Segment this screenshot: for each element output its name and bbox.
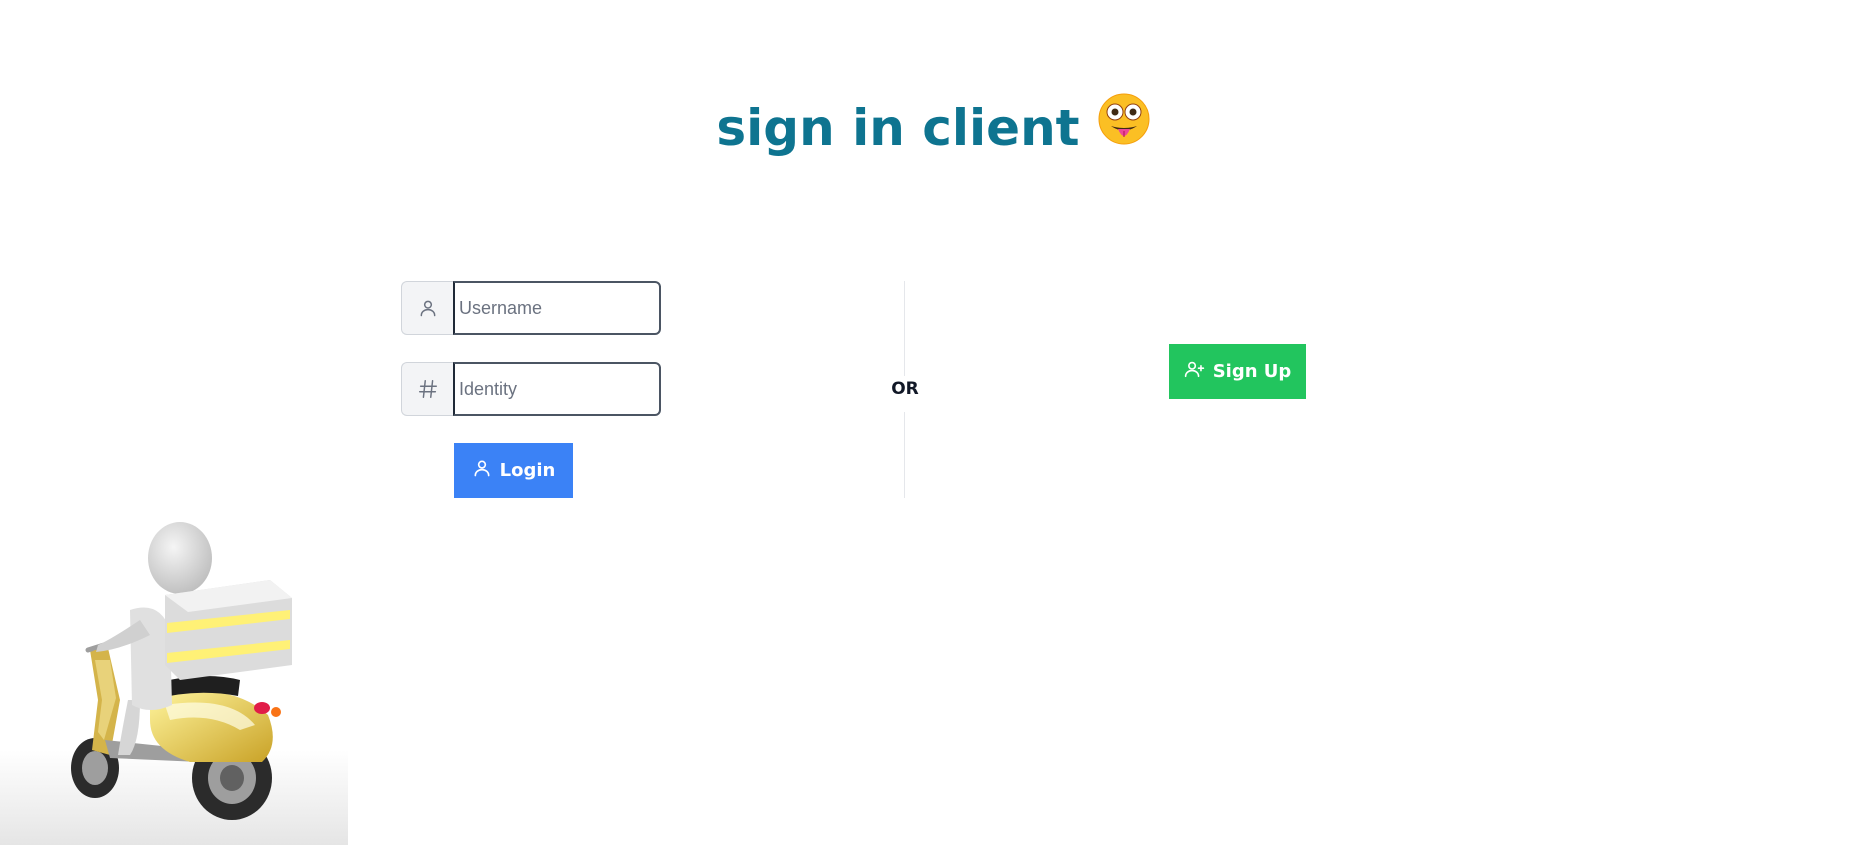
username-field bbox=[401, 281, 661, 335]
username-input[interactable] bbox=[453, 281, 661, 335]
identity-input[interactable] bbox=[453, 362, 661, 416]
identity-field bbox=[401, 362, 661, 416]
user-icon bbox=[472, 458, 492, 483]
zany-face-icon bbox=[1098, 92, 1150, 164]
sign-up-button[interactable]: Sign Up bbox=[1169, 344, 1306, 399]
page-title: sign in client bbox=[0, 92, 1866, 168]
page-title-text: sign in client bbox=[716, 99, 1080, 157]
divider-line-bottom bbox=[904, 412, 905, 498]
or-divider-label: OR bbox=[891, 379, 919, 399]
delivery-scooter-illustration bbox=[0, 500, 348, 845]
user-plus-icon bbox=[1184, 359, 1205, 384]
sign-up-button-label: Sign Up bbox=[1212, 361, 1292, 382]
login-button[interactable]: Login bbox=[454, 443, 573, 498]
login-button-label: Login bbox=[499, 460, 556, 481]
divider-line-top bbox=[904, 281, 905, 376]
hash-icon bbox=[401, 362, 453, 416]
user-icon bbox=[401, 281, 453, 335]
